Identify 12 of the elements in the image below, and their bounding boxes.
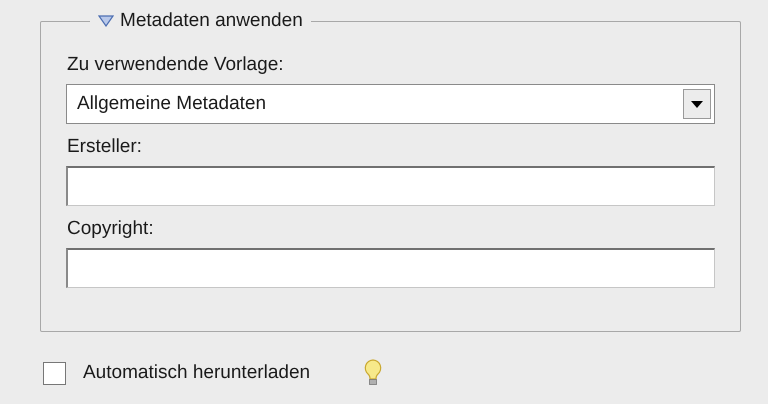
field-label: Copyright: bbox=[67, 218, 155, 240]
input-field[interactable] bbox=[66, 166, 715, 206]
checkbox[interactable] bbox=[43, 362, 66, 384]
template-label: Zu verwendende Vorlage: bbox=[67, 54, 285, 76]
lightbulb-icon[interactable] bbox=[362, 358, 384, 388]
collapse-icon bbox=[98, 15, 114, 27]
input-field[interactable] bbox=[66, 248, 715, 288]
checkbox-label: Automatisch herunterladen bbox=[83, 362, 310, 384]
field-label: Ersteller: bbox=[67, 136, 143, 158]
caret-icon bbox=[691, 100, 703, 108]
dropdown-button[interactable] bbox=[683, 89, 711, 119]
template-dropdown[interactable]: Allgemeine Metadaten bbox=[66, 84, 715, 124]
